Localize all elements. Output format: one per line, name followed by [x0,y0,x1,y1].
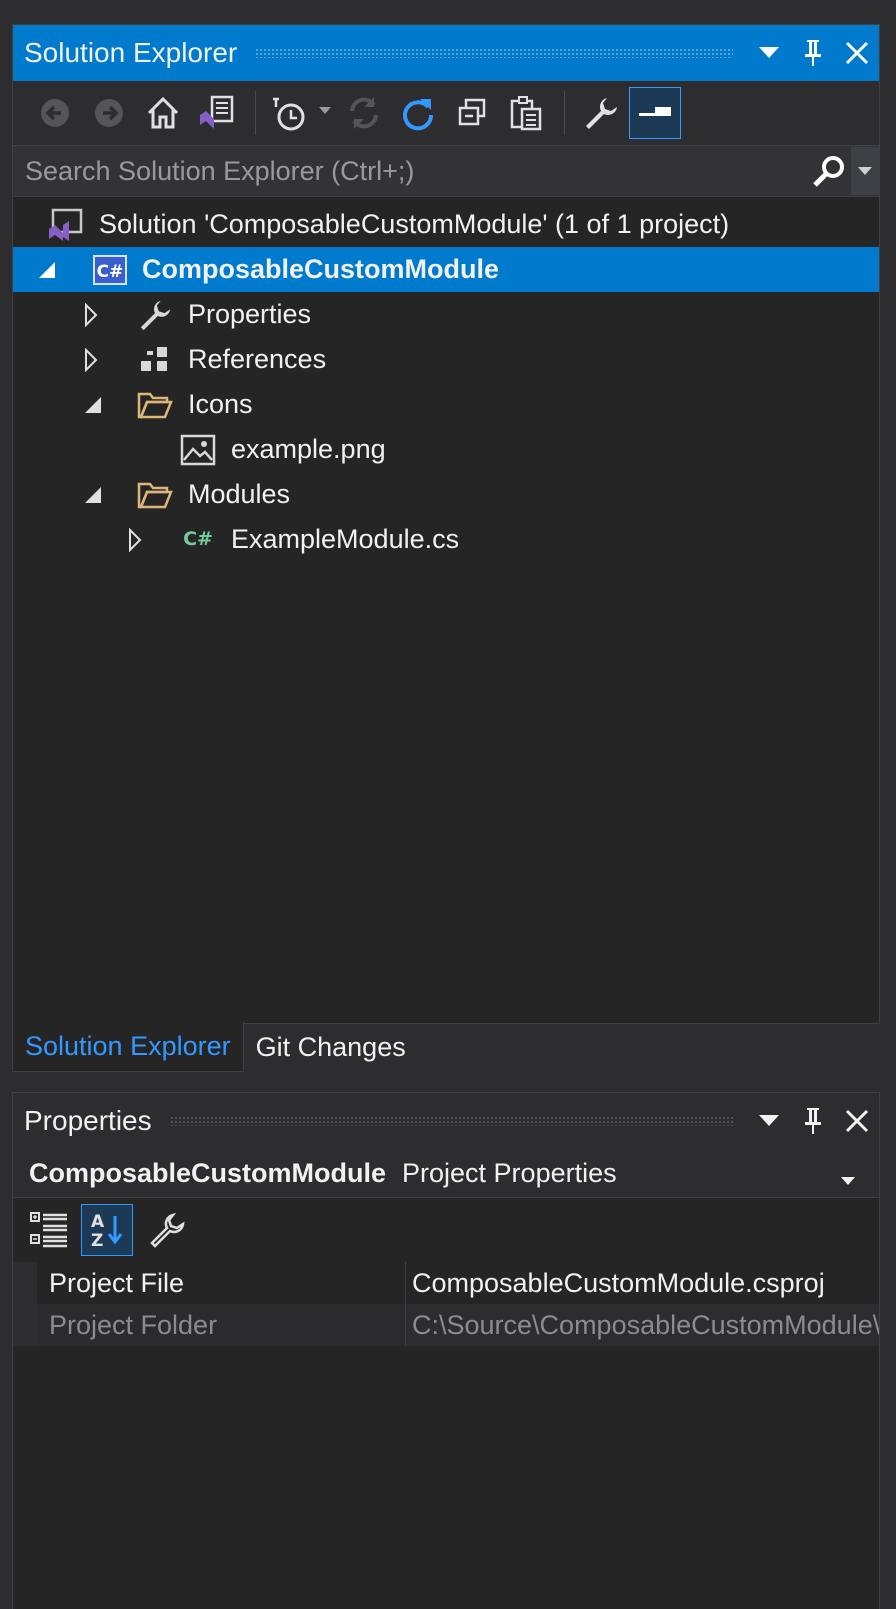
open-folder-icon [137,387,173,423]
solution-explorer-toolbar [13,81,879,145]
close-icon[interactable] [835,31,879,75]
properties-title: Properties [24,1105,152,1136]
collapse-all-icon[interactable] [446,87,498,139]
solution-explorer-title: Solution Explorer [24,37,238,68]
toolbar-separator [255,91,256,135]
project-label: ComposableCustomModule [142,254,500,284]
object-type: Project Properties [402,1157,617,1188]
pin-icon[interactable] [791,31,835,75]
property-row-project-file[interactable]: Project File ComposableCustomModule.cspr… [13,1262,879,1304]
tree-item-project[interactable]: C# ComposableCustomModule [13,247,879,292]
svg-text:C#: C# [97,262,124,282]
properties-label: Properties [188,299,312,329]
wrench-icon [137,297,173,333]
expand-arrow-icon[interactable] [81,347,101,372]
pin-icon[interactable] [791,1099,835,1143]
image-file-icon [180,432,216,468]
property-row-project-folder[interactable]: Project Folder C:\Source\ComposableCusto… [13,1304,879,1346]
pending-changes-filter-icon[interactable] [266,87,336,139]
solution-explorer-pane: Solution Explorer Search Solution Explor… [12,24,880,1024]
preview-selected-items-icon[interactable] [629,87,681,139]
tree-item-properties[interactable]: Properties [13,292,879,337]
open-folder-icon [137,477,173,513]
refresh-icon[interactable] [392,87,444,139]
references-icon [137,342,173,378]
collapse-arrow-icon[interactable] [83,393,103,417]
modules-folder-label: Modules [188,479,291,509]
search-options-dropdown-icon[interactable] [851,147,879,195]
back-icon[interactable] [29,87,81,139]
titlebar-grip [255,48,733,58]
search-input[interactable] [13,146,807,196]
tree-item-example-module[interactable]: C# ExampleModule.cs [13,517,879,562]
properties-wrench-icon[interactable] [575,87,627,139]
window-position-dropdown-icon[interactable] [747,1099,791,1143]
window-position-dropdown-icon[interactable] [747,31,791,75]
icons-folder-label: Icons [188,389,253,419]
alphabetical-sort-icon[interactable]: AZ [81,1204,133,1256]
solution-tree: Solution 'ComposableCustomModule' (1 of … [13,197,879,562]
expand-arrow-icon[interactable] [81,302,101,327]
categorized-icon[interactable] [23,1204,75,1256]
sync-with-active-document-icon[interactable] [338,87,390,139]
forward-icon[interactable] [83,87,135,139]
tree-item-modules-folder[interactable]: Modules [13,472,879,517]
property-pages-wrench-icon[interactable] [141,1204,193,1256]
tree-item-solution[interactable]: Solution 'ComposableCustomModule' (1 of … [13,202,879,247]
properties-titlebar[interactable]: Properties [13,1093,879,1149]
titlebar-grip [169,1116,733,1126]
properties-toolbar: AZ [13,1197,879,1262]
switch-views-icon[interactable] [191,87,243,139]
search-icon[interactable] [807,147,851,195]
property-value[interactable]: C:\Source\ComposableCustomModule\ [405,1304,879,1346]
example-module-label: ExampleModule.cs [231,524,460,554]
show-all-files-icon[interactable] [500,87,552,139]
collapse-arrow-icon[interactable] [83,483,103,507]
svg-text:Z: Z [91,1231,103,1250]
search-bar [13,145,879,197]
property-value[interactable]: ComposableCustomModule.csproj [405,1262,879,1304]
property-name: Project Folder [13,1304,405,1346]
csharp-project-icon: C# [92,252,128,288]
tree-item-references[interactable]: References [13,337,879,382]
tab-git-changes[interactable]: Git Changes [244,1022,418,1072]
close-icon[interactable] [835,1099,879,1143]
tool-window-tabs: Solution Explorer Git Changes [12,1022,880,1072]
property-grid: Project File ComposableCustomModule.cspr… [13,1262,879,1346]
tree-item-icons-folder[interactable]: Icons [13,382,879,427]
solution-icon [47,207,83,243]
solution-label: Solution 'ComposableCustomModule' (1 of … [99,209,730,239]
object-name: ComposableCustomModule [29,1157,387,1188]
collapse-arrow-icon[interactable] [37,258,57,282]
svg-text:A: A [91,1212,105,1232]
properties-pane: Properties ComposableCustomModule Projec… [12,1092,880,1609]
tree-item-example-png[interactable]: example.png [13,427,879,472]
property-name: Project File [13,1262,405,1304]
home-icon[interactable] [137,87,189,139]
toolbar-separator [564,91,565,135]
svg-text:C#: C# [183,528,213,550]
csharp-file-icon: C# [180,522,216,558]
references-label: References [188,344,327,374]
expand-arrow-icon[interactable] [125,527,145,552]
example-png-label: example.png [231,434,386,464]
chevron-down-icon[interactable] [841,1161,855,1192]
tab-solution-explorer[interactable]: Solution Explorer [12,1022,244,1072]
object-selector[interactable]: ComposableCustomModule Project Propertie… [13,1149,879,1197]
solution-explorer-titlebar[interactable]: Solution Explorer [13,25,879,81]
